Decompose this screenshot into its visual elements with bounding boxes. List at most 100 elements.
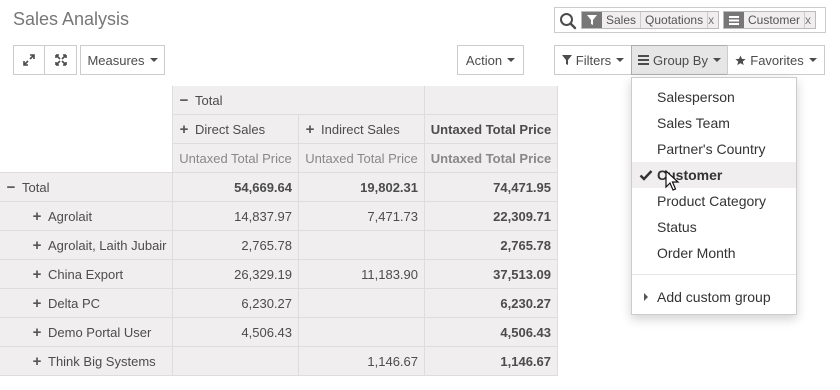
page-title: Sales Analysis (13, 9, 130, 29)
row-header-customer[interactable]: + Agrolait (0, 202, 173, 231)
control-panel: Sales Analysis Sales Quotations x Custom… (0, 0, 840, 86)
value-cell: 6,230.27 (173, 289, 299, 318)
measures-button[interactable]: Measures (80, 45, 165, 75)
col-header-direct-sales-label: Direct Sales (195, 121, 266, 137)
favorites-label: Favorites (750, 52, 804, 68)
value-cell (299, 231, 425, 260)
row-header-customer[interactable]: + China Export (0, 260, 173, 289)
group-by-option-partners-country[interactable]: Partner's Country (632, 136, 796, 162)
value-cell: 14,837.97 (173, 202, 299, 231)
value-cell-total: 1,146.67 (425, 347, 558, 376)
list-icon (724, 12, 744, 28)
group-by-option-status[interactable]: Status (632, 214, 796, 240)
col-header-indirect-sales-label: Indirect Sales (321, 121, 400, 137)
search-icon[interactable] (559, 12, 577, 30)
value-cell: 2,765.78 (173, 231, 299, 260)
filters-label: Filters (575, 52, 612, 68)
expand-icon: + (179, 120, 189, 138)
expand-icon: + (305, 120, 315, 138)
value-cell-total: 2,765.78 (425, 231, 558, 260)
row-header-total[interactable]: − Total (0, 173, 173, 202)
value-cell: 26,329.19 (173, 260, 299, 289)
row-header-customer[interactable]: + Delta PC (0, 289, 173, 318)
facet-remove-button[interactable]: x (708, 12, 718, 28)
col-header-total-label: Total (195, 92, 223, 108)
col-header-total[interactable]: − Total (173, 86, 425, 115)
collapse-icon: − (6, 178, 16, 196)
total-cell: 74,471.95 (425, 173, 558, 202)
action-button[interactable]: Action (457, 45, 524, 75)
row-label: Demo Portal User (48, 324, 152, 340)
row-label: China Export (48, 266, 124, 282)
expand-icon: + (32, 352, 42, 370)
value-cell: 7,471.73 (299, 202, 425, 231)
value-cell: 11,183.90 (299, 260, 425, 289)
caret-right-icon (644, 293, 648, 301)
expand-icon: + (32, 265, 42, 283)
group-by-option-product-category[interactable]: Product Category (632, 188, 796, 214)
mouse-pointer-icon (665, 170, 680, 191)
value-cell: 4,506.43 (173, 318, 299, 347)
filter-icon (582, 12, 602, 28)
menu-divider (632, 274, 796, 275)
star-icon (735, 54, 746, 66)
caret-down-icon (507, 58, 516, 62)
row-label: Agrolait, Laith Jubair (48, 237, 167, 253)
flip-axis-button[interactable] (44, 45, 77, 75)
col-header-total-blank (425, 86, 558, 115)
facet-remove-button[interactable]: x (805, 12, 815, 28)
group-by-option-order-month[interactable]: Order Month (632, 240, 796, 266)
value-cell-total: 22,309.71 (425, 202, 558, 231)
value-cell (299, 289, 425, 318)
search-facet-filter: Sales Quotations x (581, 11, 720, 29)
checkmark-icon (639, 170, 653, 181)
value-cell-total: 6,230.27 (425, 289, 558, 318)
collapse-icon: − (179, 91, 189, 109)
col-header-direct-sales[interactable]: + Direct Sales (173, 115, 299, 144)
total-cell: 54,669.64 (173, 173, 299, 202)
group-by-option-customer[interactable]: Customer (632, 162, 796, 188)
row-label: Agrolait (48, 208, 93, 224)
search-box[interactable]: Sales Quotations x Customer x (554, 7, 826, 33)
group-by-dropdown: Salesperson Sales Team Partner's Country… (631, 77, 797, 315)
expand-icon: + (32, 207, 42, 225)
measures-label: Measures (87, 52, 145, 68)
add-custom-group-toggle[interactable]: Add custom group (632, 284, 796, 310)
filters-button[interactable]: Filters (554, 45, 632, 75)
measure-header[interactable]: Untaxed Total Price (173, 144, 299, 173)
group-by-option-salesperson[interactable]: Salesperson (632, 84, 796, 110)
filter-icon (561, 55, 572, 65)
total-cell: 19,802.31 (299, 173, 425, 202)
row-header-customer[interactable]: + Agrolait, Laith Jubair (0, 231, 173, 260)
group-by-button[interactable]: Group By (631, 45, 728, 75)
expand-icon: + (32, 323, 42, 341)
row-header-customer[interactable]: + Think Big Systems (0, 347, 173, 376)
favorites-button[interactable]: Favorites (727, 45, 825, 75)
row-label: Think Big Systems (48, 353, 156, 369)
value-cell-total: 37,513.09 (425, 260, 558, 289)
row-label: Delta PC (48, 295, 101, 311)
row-header-customer[interactable]: + Demo Portal User (0, 318, 173, 347)
search-facet-groupby: Customer x (723, 11, 817, 29)
facet-value: Customer (744, 12, 806, 28)
caret-down-icon (149, 58, 158, 62)
expand-arrows-icon (23, 54, 35, 66)
row-header-total-label: Total (22, 179, 50, 195)
caret-down-icon (808, 58, 817, 62)
col-header-untaxed-total: Untaxed Total Price (425, 115, 558, 144)
list-icon (638, 55, 650, 65)
measure-header[interactable]: Untaxed Total Price (299, 144, 425, 173)
col-header-indirect-sales[interactable]: + Indirect Sales (299, 115, 425, 144)
measure-header[interactable]: Untaxed Total Price (425, 144, 558, 173)
caret-down-icon (616, 58, 625, 62)
arrows-alt-icon (54, 54, 67, 66)
value-cell (299, 318, 425, 347)
pivot-corner (0, 86, 173, 173)
value-cell (173, 347, 299, 376)
expand-icon: + (32, 294, 42, 312)
add-custom-group-label: Add custom group (657, 289, 771, 305)
facet-value: Sales (602, 12, 642, 28)
group-by-option-sales-team[interactable]: Sales Team (632, 110, 796, 136)
expand-all-button[interactable] (13, 45, 45, 75)
group-by-label: Group By (653, 52, 708, 68)
